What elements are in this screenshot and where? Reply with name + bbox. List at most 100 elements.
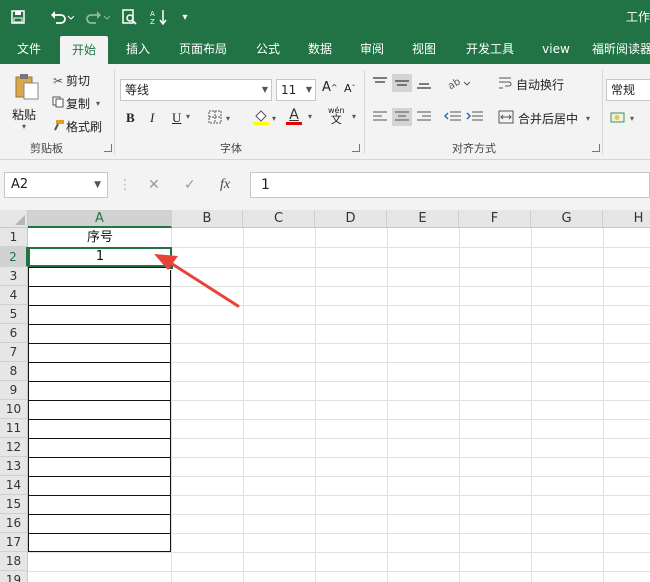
tab-developer[interactable]: 开发工具	[458, 34, 522, 64]
row-header-11[interactable]: 11	[0, 419, 28, 438]
enter-icon[interactable]: ✓	[184, 172, 196, 198]
gridline	[28, 476, 650, 477]
copy-label: 复制	[66, 97, 91, 111]
row-header-14[interactable]: 14	[0, 476, 28, 495]
merge-center-button[interactable]: 合并后居中 ▾	[498, 110, 590, 127]
increase-font-size-icon[interactable]: A ^	[322, 80, 338, 95]
row-header-12[interactable]: 12	[0, 438, 28, 457]
font-name-select[interactable]: 等线 ▼	[120, 79, 272, 101]
decrease-indent-icon[interactable]	[444, 110, 462, 124]
tab-formulas[interactable]: 公式	[248, 34, 288, 64]
font-launcher-icon[interactable]	[352, 144, 360, 152]
gridline	[28, 267, 650, 268]
phonetic-button[interactable]: wén 文	[328, 106, 345, 125]
customize-toolbar-icon[interactable]: ▾	[178, 6, 192, 28]
fill-color-button[interactable]: ▾	[252, 108, 276, 129]
insert-function-icon[interactable]: fx	[220, 172, 230, 198]
sort-ascending-icon[interactable]: AZ	[148, 6, 170, 28]
column-header-a[interactable]: A	[28, 210, 172, 228]
tab-review[interactable]: 审阅	[352, 34, 392, 64]
tab-foxit[interactable]: 福昕阅读器	[592, 34, 650, 64]
align-bottom-icon[interactable]	[416, 76, 432, 90]
cancel-icon[interactable]: ✕	[148, 172, 160, 198]
font-size-select[interactable]: 11 ▼	[276, 79, 316, 101]
chevron-down-icon: ▾	[272, 114, 277, 123]
align-center-icon[interactable]	[392, 108, 412, 126]
paste-button[interactable]: 粘贴	[12, 106, 36, 123]
row-header-17[interactable]: 17	[0, 533, 28, 552]
underline-button[interactable]: U	[172, 110, 181, 126]
redo-icon[interactable]	[84, 6, 112, 28]
cut-button[interactable]: ✂ 剪切	[50, 72, 90, 89]
text-orientation-icon[interactable]: ab	[448, 76, 472, 90]
clipboard-launcher-icon[interactable]	[104, 144, 112, 152]
formula-input[interactable]: 1	[250, 172, 650, 198]
select-all-corner[interactable]	[0, 210, 28, 228]
font-color-dropdown-icon[interactable]: ▾	[308, 112, 312, 121]
column-header-f[interactable]: F	[459, 210, 531, 228]
underline-dropdown-icon[interactable]: ▾	[186, 112, 190, 121]
format-painter-icon	[50, 119, 66, 134]
phonetic-dropdown-icon[interactable]: ▾	[352, 112, 356, 121]
row-header-18[interactable]: 18	[0, 552, 28, 571]
currency-format-icon[interactable]: ▾	[610, 110, 634, 126]
italic-button[interactable]: I	[150, 110, 154, 126]
save-icon[interactable]	[8, 6, 28, 28]
name-box[interactable]: A2 ▼	[4, 172, 108, 198]
bold-button[interactable]: B	[126, 110, 135, 126]
gridline	[28, 343, 650, 344]
column-header-c[interactable]: C	[243, 210, 315, 228]
copy-dropdown-icon[interactable]: ▾	[96, 99, 100, 108]
row-header-7[interactable]: 7	[0, 343, 28, 362]
gridline	[28, 324, 650, 325]
tab-view[interactable]: 视图	[404, 34, 444, 64]
copy-button[interactable]: 复制 ▾	[50, 95, 100, 112]
tab-file[interactable]: 文件	[8, 34, 50, 64]
decrease-font-size-icon[interactable]: Aˇ	[344, 82, 356, 95]
paste-icon[interactable]	[10, 72, 44, 102]
column-header-d[interactable]: D	[315, 210, 387, 228]
font-name-value: 等线	[125, 83, 150, 97]
row-header-15[interactable]: 15	[0, 495, 28, 514]
tab-view-en[interactable]: view	[534, 34, 578, 64]
row-header-4[interactable]: 4	[0, 286, 28, 305]
cut-label: 剪切	[66, 74, 91, 88]
tab-insert[interactable]: 插入	[116, 34, 160, 64]
undo-icon[interactable]	[48, 6, 76, 28]
cell-a1[interactable]: 序号	[29, 228, 171, 247]
tab-page-layout[interactable]: 页面布局	[170, 34, 236, 64]
align-middle-icon[interactable]	[392, 74, 412, 92]
align-left-icon[interactable]	[372, 110, 388, 124]
alignment-launcher-icon[interactable]	[592, 144, 600, 152]
column-header-h[interactable]: H	[603, 210, 650, 228]
column-header-e[interactable]: E	[387, 210, 459, 228]
paste-dropdown-icon[interactable]: ▾	[22, 122, 26, 131]
tab-home[interactable]: 开始	[60, 36, 108, 64]
row-header-6[interactable]: 6	[0, 324, 28, 343]
row-header-10[interactable]: 10	[0, 400, 28, 419]
row-header-5[interactable]: 5	[0, 305, 28, 324]
row-header-13[interactable]: 13	[0, 457, 28, 476]
row-header-16[interactable]: 16	[0, 514, 28, 533]
tab-data[interactable]: 数据	[300, 34, 340, 64]
chevron-down-icon: ▼	[94, 180, 101, 190]
row-header-3[interactable]: 3	[0, 267, 28, 286]
row-header-19[interactable]: 19	[0, 571, 28, 582]
number-format-select[interactable]: 常规	[606, 79, 650, 101]
print-preview-icon[interactable]	[118, 6, 140, 28]
row-header-2[interactable]: 2	[0, 247, 28, 267]
row-header-1[interactable]: 1	[0, 228, 28, 247]
borders-button[interactable]: ▾	[208, 110, 230, 127]
row-header-8[interactable]: 8	[0, 362, 28, 381]
column-header-b[interactable]: B	[172, 210, 243, 228]
font-color-button[interactable]: A	[286, 108, 302, 125]
column-header-g[interactable]: G	[531, 210, 603, 228]
align-top-icon[interactable]	[372, 76, 388, 90]
wrap-text-button[interactable]: 自动换行	[498, 76, 564, 93]
format-painter-button[interactable]: 格式刷	[50, 118, 102, 135]
increase-indent-icon[interactable]	[466, 110, 484, 124]
gridline	[459, 228, 460, 582]
row-header-9[interactable]: 9	[0, 381, 28, 400]
gridline	[28, 305, 650, 306]
align-right-icon[interactable]	[416, 110, 432, 124]
